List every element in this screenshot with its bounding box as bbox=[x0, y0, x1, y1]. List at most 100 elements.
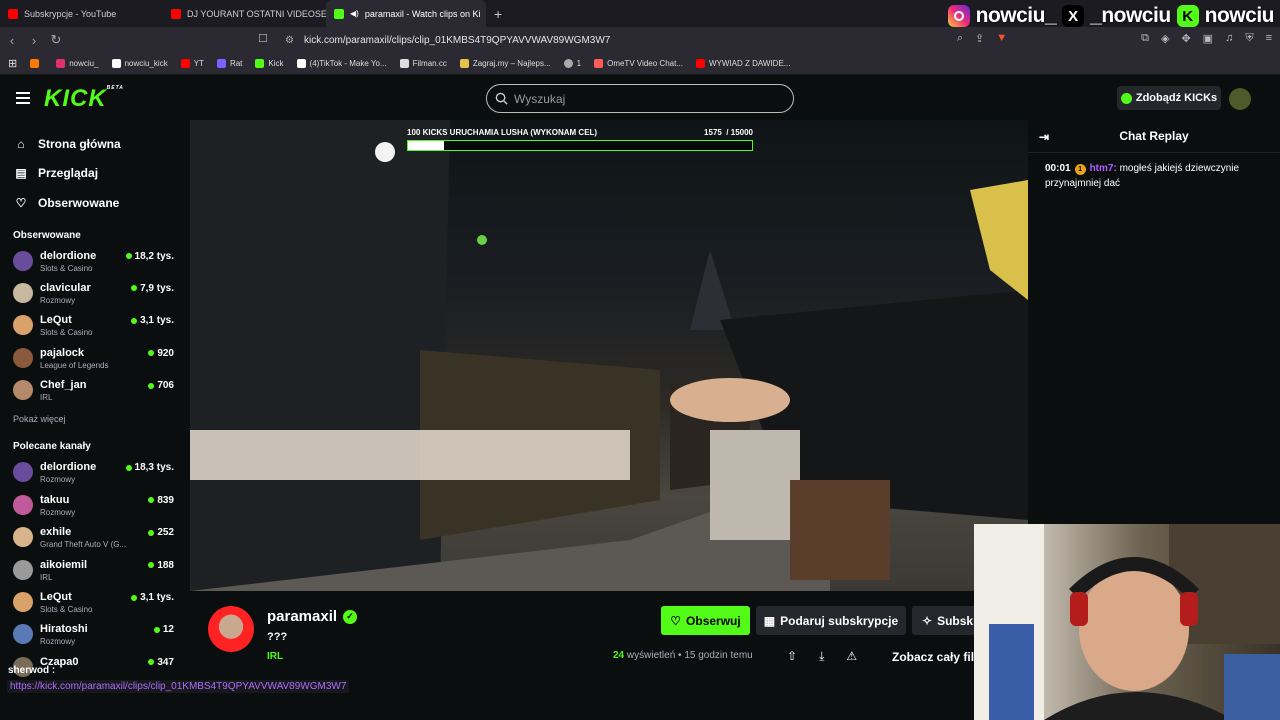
viewer-count: 706 bbox=[148, 380, 174, 391]
browser-tab-active[interactable]: ◀)paramaxil - Watch clips on Ki✕ bbox=[326, 0, 486, 27]
new-tab-button[interactable]: + bbox=[486, 6, 510, 22]
reload-icon[interactable]: ↻ bbox=[46, 32, 66, 48]
sidebar-channel[interactable]: aikoiemil IRL 188 bbox=[0, 556, 190, 588]
channel-avatar bbox=[13, 527, 33, 548]
goal-progress-fill bbox=[408, 141, 445, 150]
bookmark[interactable]: nowciu_kick bbox=[111, 59, 168, 68]
url-field[interactable]: ⚙ kick.com/paramaxil/clips/clip_01KMBS4T… bbox=[285, 30, 1025, 50]
channel-avatar[interactable] bbox=[208, 606, 254, 652]
extension-icon[interactable]: ⧉ bbox=[1141, 32, 1149, 45]
live-dot-icon bbox=[148, 659, 155, 666]
kick-icon bbox=[334, 8, 344, 19]
sidebar-channel[interactable]: LeQut Slots & Casino 3,1 tys. bbox=[0, 311, 190, 343]
channel-name[interactable]: paramaxil bbox=[267, 608, 337, 625]
address-bar-row: ‹ › ↻ ☐ ⚙ kick.com/paramaxil/clips/clip_… bbox=[0, 27, 1280, 53]
share-icon[interactable]: ⇪ bbox=[975, 32, 984, 45]
apps-icon[interactable]: ⊞ bbox=[8, 57, 17, 70]
bookmark[interactable]: Kick bbox=[255, 59, 284, 68]
get-kicks-button[interactable]: Zdobądź KICKs bbox=[1117, 86, 1221, 110]
site-settings-icon[interactable]: ⚙ bbox=[285, 35, 294, 46]
chat-username[interactable]: htm7: bbox=[1090, 163, 1117, 174]
puzzle-icon[interactable]: ✥ bbox=[1181, 32, 1190, 45]
user-avatar[interactable] bbox=[1229, 88, 1251, 110]
show-more-link[interactable]: Pokaż więcej bbox=[0, 408, 190, 424]
tiktok-icon bbox=[296, 59, 306, 68]
zoom-icon[interactable]: ⌕ bbox=[957, 32, 963, 45]
sidebar-channel[interactable]: delordione Rozmowy 18,3 tys. bbox=[0, 458, 190, 490]
vpn-icon[interactable]: ⛨ bbox=[1245, 32, 1253, 45]
hamburger-menu-icon[interactable] bbox=[16, 92, 30, 107]
live-dot-icon bbox=[131, 317, 138, 324]
follow-button[interactable]: ♡ Obserwuj bbox=[661, 606, 750, 635]
share-icon[interactable]: ⇧ bbox=[787, 649, 797, 664]
gift-subs-button[interactable]: ▦ Podaruj subskrypcje bbox=[756, 606, 906, 635]
sidebar-channel[interactable]: clavicular Rozmowy 7,9 tys. bbox=[0, 279, 190, 311]
bookmark[interactable]: nowciu_ bbox=[56, 59, 99, 68]
bookmark-label: Filman.cc bbox=[412, 59, 447, 68]
channel-avatar bbox=[13, 315, 33, 336]
subscribe-button[interactable]: ✧ Subskr bbox=[912, 606, 975, 635]
kick-logo[interactable]: KICKBETA bbox=[44, 85, 124, 113]
bookmark[interactable]: 1 bbox=[563, 59, 581, 68]
music-icon[interactable]: ♫ bbox=[1225, 32, 1233, 45]
clip-title: ??? bbox=[267, 631, 288, 643]
nav-home[interactable]: ⌂ Strona główna bbox=[14, 129, 190, 159]
sidebar-icon[interactable]: ▣ bbox=[1203, 32, 1213, 45]
collapse-chat-icon[interactable]: ⇥ bbox=[1039, 130, 1049, 144]
browser-tab[interactable]: Subskrypcje - YouTube bbox=[0, 0, 163, 27]
bookmark[interactable]: Filman.cc bbox=[399, 59, 447, 68]
channel-avatar bbox=[13, 624, 33, 645]
bookmark-label: OmeTV Video Chat... bbox=[607, 59, 683, 68]
channel-category: Slots & Casino bbox=[40, 328, 93, 338]
bookmark[interactable]: WYWIAD Z DAWIDE... bbox=[695, 59, 791, 68]
download-icon[interactable]: ⤓ bbox=[819, 649, 824, 664]
youtube-icon bbox=[8, 8, 18, 19]
extension-icon[interactable]: ◈ bbox=[1161, 32, 1169, 45]
webcam-frame bbox=[974, 524, 1280, 720]
bookmark[interactable]: OmeTV Video Chat... bbox=[594, 59, 683, 68]
sidebar-channel[interactable]: delordione Slots & Casino 18,2 tys. bbox=[0, 247, 190, 279]
live-dot-icon bbox=[148, 350, 155, 357]
watch-full-button[interactable]: Zobacz cały fil bbox=[892, 650, 974, 664]
nav-following[interactable]: ♡ Obserwowane bbox=[14, 188, 190, 218]
youtube-icon bbox=[180, 59, 190, 68]
kick-icon: K bbox=[1176, 5, 1199, 27]
clip-category[interactable]: IRL bbox=[267, 651, 283, 662]
video-player[interactable]: 100 KICKS URUCHAMIA LUSHA (WYKONAM CEL) 1… bbox=[190, 120, 1028, 591]
overlay-handle: nowciu bbox=[1204, 4, 1275, 27]
search-icon bbox=[495, 92, 508, 105]
sidebar-channel[interactable]: takuu Rozmowy 839 bbox=[0, 491, 190, 523]
sidebar-channel[interactable]: Hiratoshi Rozmowy 12 bbox=[0, 620, 190, 652]
live-dot-icon bbox=[125, 253, 132, 259]
browser-tab[interactable]: DJ YOURANT OSTATNI VIDEOSET bbox=[163, 0, 326, 27]
search-placeholder: Wyszukaj bbox=[514, 91, 566, 106]
search-input[interactable]: Wyszukaj bbox=[486, 84, 794, 113]
x-icon bbox=[111, 59, 121, 68]
back-icon[interactable]: ‹ bbox=[2, 33, 22, 48]
bookmark-icon[interactable]: ☐ bbox=[258, 32, 268, 45]
sidebar-channel[interactable]: exhile Grand Theft Auto V (G... 252 bbox=[0, 523, 190, 555]
goal-overlay: 100 KICKS URUCHAMIA LUSHA (WYKONAM CEL) 1… bbox=[407, 128, 753, 151]
bookmark[interactable] bbox=[30, 59, 43, 68]
ometv-icon bbox=[594, 59, 604, 68]
zagraj-icon bbox=[459, 59, 469, 68]
report-icon[interactable]: ⚠ bbox=[846, 649, 857, 664]
bookmark[interactable]: Rat bbox=[216, 59, 242, 68]
bookmark-label: nowciu_kick bbox=[124, 59, 168, 68]
bookmark[interactable]: YT bbox=[180, 59, 204, 68]
tab-label: DJ YOURANT OSTATNI VIDEOSET bbox=[187, 8, 326, 19]
sidebar-channel[interactable]: pajalock League of Legends 920 bbox=[0, 344, 190, 376]
chat-message: 00:01 1 htm7: mogłeś jakiejś dziewczynie p… bbox=[1028, 153, 1280, 191]
nav-browse[interactable]: ▤ Przeglądaj bbox=[14, 159, 190, 189]
bookmark[interactable]: (4)TikTok - Make Yo... bbox=[296, 59, 387, 68]
sidebar-channel[interactable]: Chef_jan IRL 706 bbox=[0, 376, 190, 408]
forward-icon[interactable]: › bbox=[24, 33, 44, 48]
menu-icon[interactable]: ≡ bbox=[1266, 32, 1272, 45]
bookmark[interactable]: Zagraj.my – Najleps... bbox=[459, 59, 551, 68]
brave-shield-icon[interactable]: ▼ bbox=[996, 32, 1007, 45]
sidebar-channel[interactable]: LeQut Slots & Casino 3,1 tys. bbox=[0, 588, 190, 620]
channel-avatar bbox=[13, 462, 33, 483]
bookmark-label: WYWIAD Z DAWIDE... bbox=[708, 59, 791, 68]
overlay-handle: _nowciu bbox=[1090, 4, 1171, 27]
sidebar: ⌂ Strona główna ▤ Przeglądaj ♡ Obserwowane … bbox=[0, 120, 190, 680]
